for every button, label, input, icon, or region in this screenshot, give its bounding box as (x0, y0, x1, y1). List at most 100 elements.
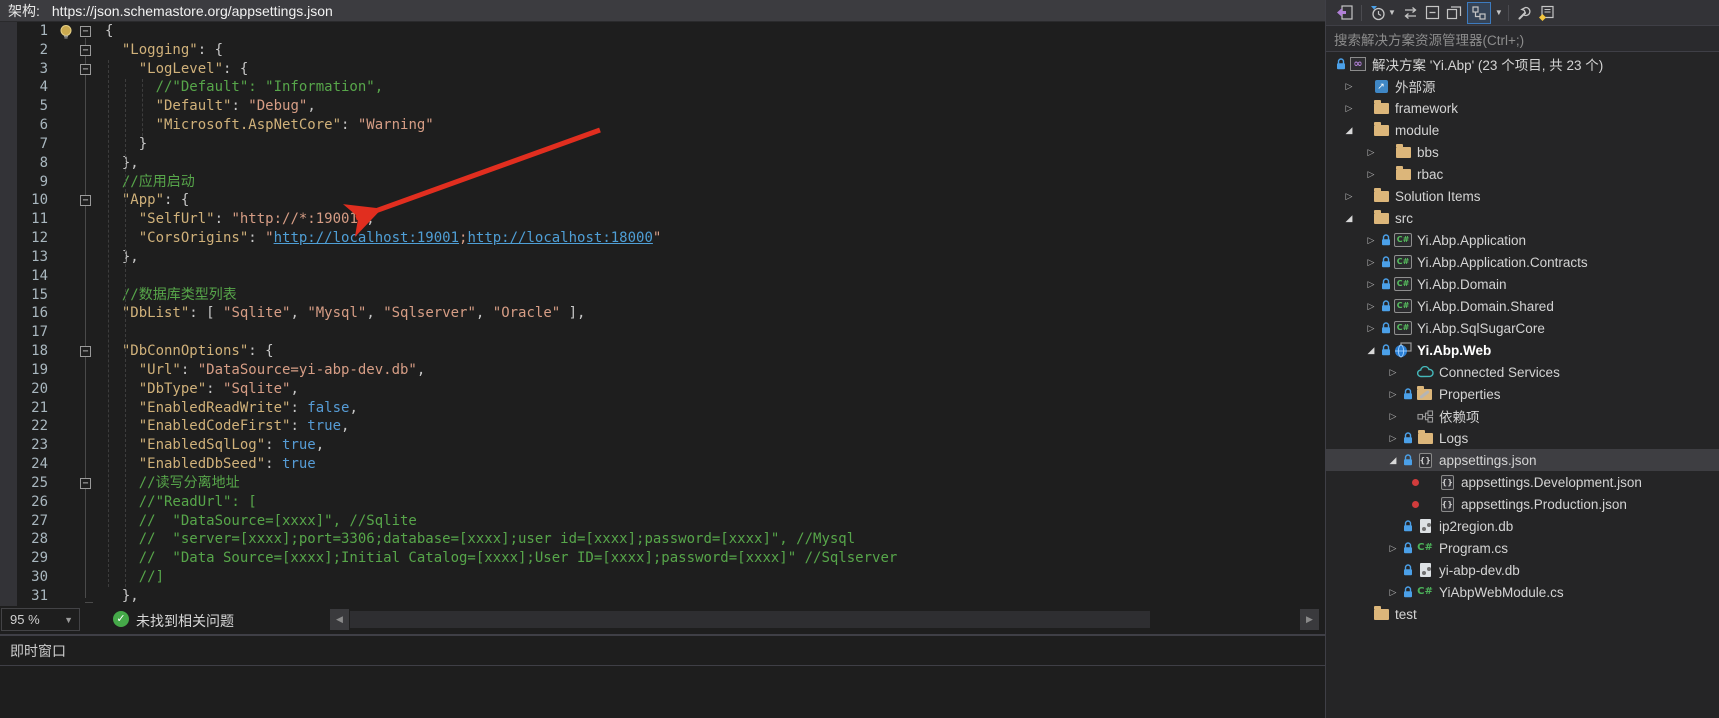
code-line-20[interactable]: 20 "DbType": "Sqlite", (0, 380, 1325, 399)
fold-collapse-box[interactable]: − (80, 478, 91, 489)
properties-button[interactable] (1514, 2, 1536, 24)
code-line-1[interactable]: 1−{ (0, 22, 1325, 41)
code-line-23[interactable]: 23 "EnabledSqlLog": true, (0, 436, 1325, 455)
code-editor[interactable]: 1−{2− "Logging": {3− "LogLevel": {4 //"D… (0, 22, 1325, 606)
fold-collapse-box[interactable]: − (80, 346, 91, 357)
tree-item-yi-abp-dev.db[interactable]: yi-abp-dev.db (1326, 559, 1719, 581)
chevron-collapsed-icon[interactable]: ▷ (1368, 147, 1375, 158)
code-line-13[interactable]: 13 }, (0, 248, 1325, 267)
code-line-8[interactable]: 8 }, (0, 154, 1325, 173)
tree-item-yiabpwebmodule.cs[interactable]: ▷C#YiAbpWebModule.cs (1326, 581, 1719, 603)
sync-with-active-document-button[interactable] (1399, 2, 1422, 24)
tree-item-appsettings.production.json[interactable]: {}appsettings.Production.json (1326, 493, 1719, 515)
tree-item-yi.abp.sqlsugarcore[interactable]: ▷C#Yi.Abp.SqlSugarCore (1326, 317, 1719, 339)
tree-item-src[interactable]: ◢src (1326, 207, 1719, 229)
tree-item-yi.abp.domain[interactable]: ▷C#Yi.Abp.Domain (1326, 273, 1719, 295)
code-line-30[interactable]: 30 //] (0, 568, 1325, 587)
code-line-16[interactable]: 16 "DbList": [ "Sqlite", "Mysql", "Sqlse… (0, 304, 1325, 323)
tree-item-yi.abp.application.contracts[interactable]: ▷C#Yi.Abp.Application.Contracts (1326, 251, 1719, 273)
tree-item-appsettings.json[interactable]: ◢{}appsettings.json (1326, 449, 1719, 471)
immediate-window-content[interactable] (0, 666, 1325, 718)
hscroll-left-button[interactable]: ◀ (330, 609, 349, 630)
preview-selected-items-button[interactable] (1536, 2, 1559, 24)
pending-changes-filter-button[interactable]: ▼ (1367, 2, 1399, 24)
code-line-29[interactable]: 29 // "Data Source=[xxxx];Initial Catalo… (0, 549, 1325, 568)
chevron-expanded-icon[interactable]: ◢ (1346, 213, 1353, 224)
tree-item-test[interactable]: test (1326, 603, 1719, 625)
switch-views-button[interactable] (1333, 2, 1356, 24)
code-line-31[interactable]: 31 }, (0, 587, 1325, 606)
tree-item-framework[interactable]: ▷framework (1326, 97, 1719, 119)
tree-item-module[interactable]: ◢module (1326, 119, 1719, 141)
code-line-10[interactable]: 10− "App": { (0, 191, 1325, 210)
code-line-11[interactable]: 11 "SelfUrl": "http://*:19001", (0, 210, 1325, 229)
tree-item-properties[interactable]: ▷Properties (1326, 383, 1719, 405)
tree-item-yi.abp.domain.shared[interactable]: ▷C#Yi.Abp.Domain.Shared (1326, 295, 1719, 317)
code-line-2[interactable]: 2− "Logging": { (0, 41, 1325, 60)
code-line-5[interactable]: 5 "Default": "Debug", (0, 97, 1325, 116)
chevron-expanded-icon[interactable]: ◢ (1346, 125, 1353, 136)
chevron-collapsed-icon[interactable]: ▷ (1346, 191, 1353, 202)
code-line-14[interactable]: 14 (0, 267, 1325, 286)
chevron-collapsed-icon[interactable]: ▷ (1346, 81, 1353, 92)
tree-item-bbs[interactable]: ▷bbs (1326, 141, 1719, 163)
chevron-collapsed-icon[interactable]: ▷ (1368, 169, 1375, 180)
solution-explorer-search[interactable]: 搜索解决方案资源管理器(Ctrl+;) (1326, 26, 1719, 52)
code-line-3[interactable]: 3− "LogLevel": { (0, 60, 1325, 79)
code-line-28[interactable]: 28 // "server=[xxxx];port=3306;database=… (0, 530, 1325, 549)
code-line-18[interactable]: 18− "DbConnOptions": { (0, 342, 1325, 361)
chevron-collapsed-icon[interactable]: ▷ (1368, 301, 1375, 312)
chevron-collapsed-icon[interactable]: ▷ (1346, 103, 1353, 114)
code-line-19[interactable]: 19 "Url": "DataSource=yi-abp-dev.db", (0, 361, 1325, 380)
chevron-expanded-icon[interactable]: ◢ (1368, 345, 1375, 356)
fold-collapse-box[interactable]: − (80, 64, 91, 75)
code-line-21[interactable]: 21 "EnabledReadWrite": false, (0, 399, 1325, 418)
tree-item-rbac[interactable]: ▷rbac (1326, 163, 1719, 185)
code-line-27[interactable]: 27 // "DataSource=[xxxx]", //Sqlite (0, 512, 1325, 531)
code-line-7[interactable]: 7 } (0, 135, 1325, 154)
zoom-level-dropdown[interactable]: 95 % ▼ (1, 608, 80, 631)
immediate-window-header[interactable]: 即时窗口 (0, 636, 1325, 666)
quick-actions-lightbulb-icon[interactable] (58, 24, 74, 40)
code-line-22[interactable]: 22 "EnabledCodeFirst": true, (0, 417, 1325, 436)
code-line-6[interactable]: 6 "Microsoft.AspNetCore": "Warning" (0, 116, 1325, 135)
chevron-collapsed-icon[interactable]: ▷ (1368, 257, 1375, 268)
code-line-4[interactable]: 4 //"Default": "Information", (0, 78, 1325, 97)
tree-item-program.cs[interactable]: ▷C#Program.cs (1326, 537, 1719, 559)
tree-item--[interactable]: ▷↗外部源 (1326, 75, 1719, 97)
code-line-9[interactable]: 9 //应用启动 (0, 173, 1325, 192)
tree-item-yi.abp.web[interactable]: ◢Yi.Abp.Web (1326, 339, 1719, 361)
code-line-26[interactable]: 26 //"ReadUrl": [ (0, 493, 1325, 512)
chevron-expanded-icon[interactable]: ◢ (1390, 455, 1397, 466)
chevron-collapsed-icon[interactable]: ▷ (1390, 587, 1397, 598)
tree-item-appsettings.development.json[interactable]: {}appsettings.Development.json (1326, 471, 1719, 493)
code-line-25[interactable]: 25− //读写分离地址 (0, 474, 1325, 493)
code-line-24[interactable]: 24 "EnabledDbSeed": true (0, 455, 1325, 474)
tree-item-solution-items[interactable]: ▷Solution Items (1326, 185, 1719, 207)
schema-url-dropdown[interactable]: https://json.schemastore.org/appsettings… (46, 3, 333, 19)
chevron-collapsed-icon[interactable]: ▷ (1390, 367, 1397, 378)
tree-item--[interactable]: ▷依赖项 (1326, 405, 1719, 427)
tree-item-connected-services[interactable]: ▷Connected Services (1326, 361, 1719, 383)
fold-collapse-box[interactable]: − (80, 26, 91, 37)
chevron-collapsed-icon[interactable]: ▷ (1368, 323, 1375, 334)
chevron-collapsed-icon[interactable]: ▷ (1390, 411, 1397, 422)
fold-collapse-box[interactable]: − (80, 45, 91, 56)
hscroll-thumb[interactable] (350, 611, 1150, 628)
tree-item--yi.abp-23-23-[interactable]: ∞解决方案 'Yi.Abp' (23 个项目, 共 23 个) (1326, 53, 1719, 75)
breakpoint-margin[interactable] (0, 22, 17, 606)
tree-item-yi.abp.application[interactable]: ▷C#Yi.Abp.Application (1326, 229, 1719, 251)
tree-item-ip2region.db[interactable]: ip2region.db (1326, 515, 1719, 537)
chevron-collapsed-icon[interactable]: ▷ (1390, 433, 1397, 444)
show-all-files-button[interactable] (1467, 2, 1491, 24)
code-line-15[interactable]: 15 //数据库类型列表 (0, 286, 1325, 305)
code-line-12[interactable]: 12 "CorsOrigins": "http://localhost:1900… (0, 229, 1325, 248)
tree-item-logs[interactable]: ▷Logs (1326, 427, 1719, 449)
chevron-collapsed-icon[interactable]: ▷ (1368, 279, 1375, 290)
chevron-collapsed-icon[interactable]: ▷ (1390, 389, 1397, 400)
fold-collapse-box[interactable]: − (80, 195, 91, 206)
collapse-all-button[interactable] (1422, 2, 1443, 24)
chevron-collapsed-icon[interactable]: ▷ (1390, 543, 1397, 554)
hscroll-right-button[interactable]: ▶ (1300, 609, 1319, 630)
chevron-collapsed-icon[interactable]: ▷ (1368, 235, 1375, 246)
